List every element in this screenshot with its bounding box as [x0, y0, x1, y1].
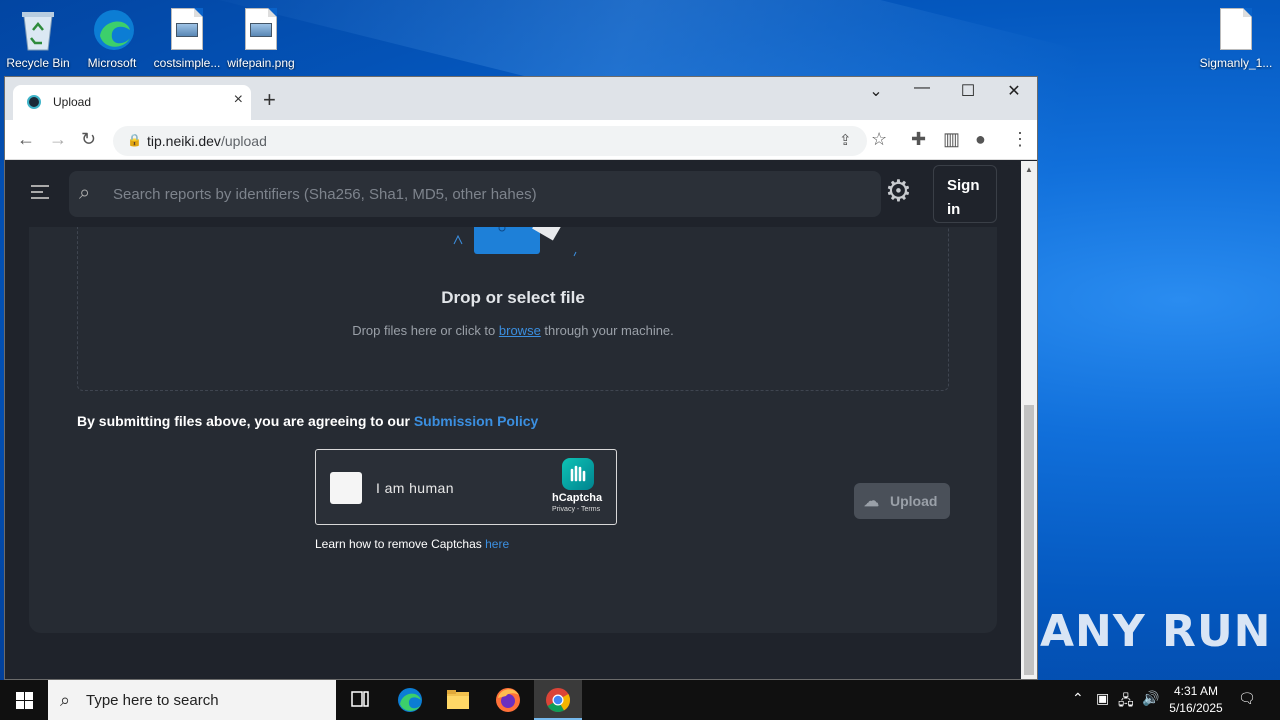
- captcha-label: I am human: [376, 480, 454, 496]
- upload-card: Drop or select file Drop files here or c…: [29, 191, 997, 633]
- captcha-help-text: Learn how to remove Captchas here: [315, 537, 510, 551]
- profile-icon[interactable]: ●: [975, 130, 986, 148]
- notifications-icon[interactable]: 🗨: [1238, 690, 1256, 707]
- taskbar-search-input[interactable]: [86, 680, 326, 720]
- share-icon[interactable]: ⇪: [839, 132, 852, 150]
- upload-button-label: Upload: [890, 493, 938, 509]
- clock-date: 5/16/2025: [1169, 701, 1223, 715]
- captcha-brand: hCaptcha: [552, 492, 603, 504]
- back-icon[interactable]: ←: [17, 130, 35, 148]
- chrome-icon[interactable]: [534, 680, 582, 720]
- hamburger-menu-icon[interactable]: [31, 185, 49, 203]
- desktop-icon-label: Recycle Bin: [6, 56, 70, 70]
- anyrun-watermark: ANY RUN: [1040, 606, 1272, 657]
- reload-icon[interactable]: ↻: [81, 130, 96, 148]
- chevron-up-icon[interactable]: ⌃: [1072, 690, 1084, 707]
- desktop-icon-label: Sigmanly_1...: [1199, 56, 1273, 70]
- clock[interactable]: 4:31 AM 5/16/2025: [1164, 683, 1228, 717]
- minimize-icon[interactable]: —: [899, 79, 945, 97]
- recycle-bin-icon: [18, 8, 58, 52]
- scroll-up-icon[interactable]: ▲: [1025, 165, 1033, 174]
- start-button[interactable]: [0, 680, 48, 720]
- captcha-help-link[interactable]: here: [485, 537, 509, 551]
- desktop-icon-label: wifepain.png: [227, 56, 295, 70]
- windows-logo-icon: [16, 692, 24, 700]
- gear-icon[interactable]: ⚙: [885, 177, 912, 207]
- sign-in-button[interactable]: Sign in: [933, 165, 997, 223]
- browser-window: Upload × + ⌄ — ☐ ✕ ← → ↻ 🔒 tip.neiki.dev…: [4, 76, 1038, 680]
- chevron-down-icon[interactable]: ⌄: [853, 81, 899, 101]
- dropzone-title: Drop or select file: [441, 288, 585, 307]
- extensions-icon[interactable]: ✚: [911, 130, 926, 148]
- clock-time: 4:31 AM: [1173, 684, 1219, 698]
- submission-policy-link[interactable]: Submission Policy: [414, 413, 538, 429]
- close-window-icon[interactable]: ✕: [991, 81, 1037, 101]
- page-scrollbar[interactable]: ▲: [1021, 161, 1037, 679]
- file-icon: [1216, 8, 1256, 52]
- browse-link[interactable]: browse: [499, 323, 541, 338]
- edge-icon: [92, 8, 134, 52]
- site-favicon-icon: [27, 95, 41, 109]
- captcha-checkbox[interactable]: [330, 472, 362, 504]
- desktop-icon-label: costsimple...: [153, 56, 221, 70]
- taskbar: ⌕ ⌃ ▣ 🖧 🔊 4:31 AM 5/16/2025 🗨: [0, 680, 1280, 720]
- file-explorer-icon[interactable]: [434, 680, 482, 720]
- maximize-icon[interactable]: ☐: [945, 81, 991, 101]
- address-bar[interactable]: 🔒 tip.neiki.dev/upload ⇪: [113, 126, 867, 156]
- search-icon: ⌕: [79, 182, 91, 204]
- hcaptcha-widget: I am human hCaptcha Privacy - Terms: [315, 449, 617, 525]
- new-tab-icon[interactable]: +: [263, 87, 276, 113]
- tab-title: Upload: [53, 95, 92, 109]
- desktop-icon-costsimple[interactable]: costsimple...: [149, 2, 225, 70]
- volume-icon[interactable]: 🔊: [1142, 690, 1159, 707]
- tab-bar: Upload × + ⌄ — ☐ ✕: [5, 77, 1037, 120]
- tab-upload[interactable]: Upload ×: [13, 85, 251, 120]
- bookmark-star-icon[interactable]: ☆: [871, 130, 887, 148]
- desktop-icon-label: Microsoft: [87, 56, 137, 70]
- firefox-icon[interactable]: [484, 680, 532, 720]
- upload-button[interactable]: ☁ Upload: [854, 483, 950, 519]
- app-navbar: ⌕ ⚙ Sign in: [5, 161, 1021, 227]
- url-text: tip.neiki.dev/upload: [147, 133, 267, 149]
- task-view-icon[interactable]: [336, 680, 384, 720]
- network-icon[interactable]: 🖧: [1118, 690, 1134, 714]
- browser-toolbar: ← → ↻ 🔒 tip.neiki.dev/upload ⇪ ☆ ✚ ▥ ● ⋮: [5, 120, 1037, 160]
- edge-taskbar-icon[interactable]: [386, 680, 434, 720]
- hcaptcha-logo-icon: [562, 458, 594, 490]
- image-file-icon: [167, 8, 207, 52]
- cloud-upload-icon: ☁: [864, 493, 879, 510]
- taskbar-search: ⌕: [48, 680, 336, 720]
- lock-icon: 🔒: [127, 133, 142, 147]
- dropzone-subtitle: Drop files here or click to browse throu…: [352, 323, 674, 338]
- report-search: ⌕: [69, 171, 881, 217]
- page-content: ⌕ ⚙ Sign in Drop or select file Drop fil…: [5, 161, 1021, 679]
- submission-policy-notice: By submitting files above, you are agree…: [77, 413, 539, 429]
- close-tab-icon[interactable]: ×: [234, 91, 243, 109]
- desktop-icon-recycle-bin[interactable]: Recycle Bin: [0, 2, 76, 70]
- menu-kebab-icon[interactable]: ⋮: [1011, 130, 1029, 148]
- desktop-icon-sigmanly[interactable]: Sigmanly_1...: [1198, 2, 1274, 70]
- report-search-input[interactable]: [113, 171, 873, 217]
- search-icon: ⌕: [60, 690, 71, 710]
- desktop-icon-edge[interactable]: Microsoft: [74, 2, 150, 70]
- image-file-icon: [241, 8, 281, 52]
- desktop-icon-wifepain[interactable]: wifepain.png: [223, 2, 299, 70]
- forward-icon[interactable]: →: [49, 130, 67, 148]
- scrollbar-thumb[interactable]: [1024, 405, 1034, 675]
- captcha-terms-link[interactable]: Privacy - Terms: [552, 506, 600, 513]
- device-icon[interactable]: ▣: [1096, 690, 1109, 707]
- side-panel-icon[interactable]: ▥: [943, 130, 960, 148]
